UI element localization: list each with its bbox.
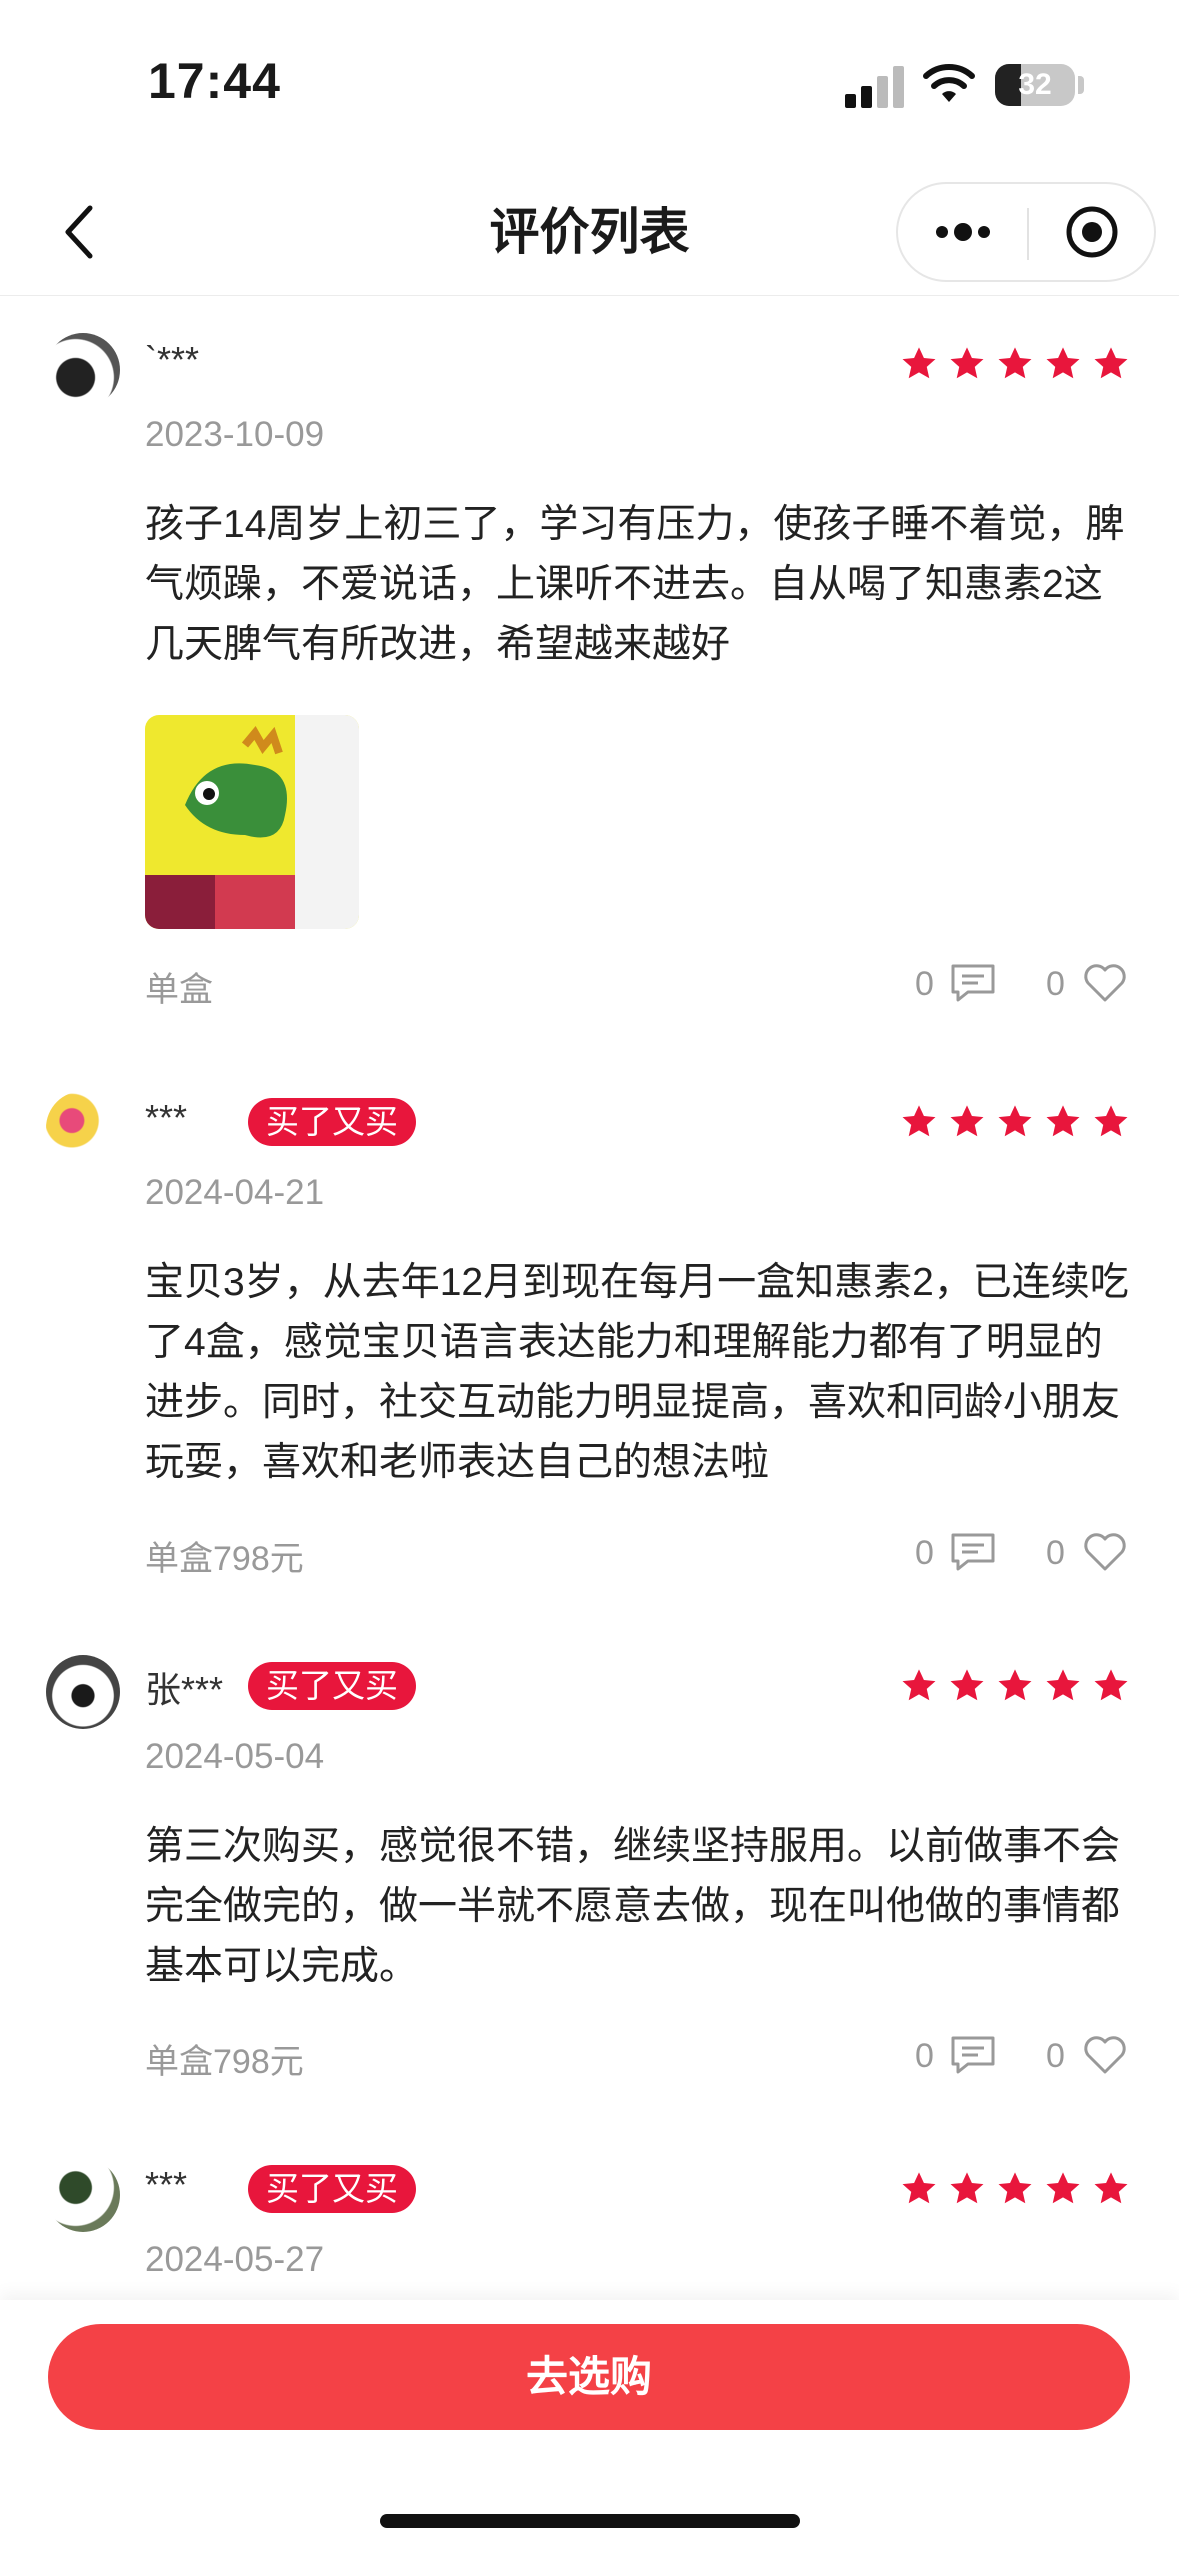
comment-icon[interactable] xyxy=(950,1532,996,1572)
review-text: 第三次购买，感觉很不错，继续坚持服用。以前做事不会完全做完的，做一半就不愿意去做… xyxy=(145,1825,1121,1988)
avatar[interactable] xyxy=(46,1091,120,1165)
avatar[interactable] xyxy=(46,2158,120,2232)
star-icon xyxy=(998,347,1032,379)
rebuy-badge: 买了又买 xyxy=(248,1098,416,1146)
review-date: 2024-05-27 xyxy=(145,2240,325,2279)
heart-icon[interactable] xyxy=(1083,963,1127,1003)
chevron-left-icon xyxy=(65,205,93,259)
star-icon xyxy=(902,1669,936,1701)
reviewer-name: `*** xyxy=(145,339,200,380)
review-text: 孩子14周岁上初三了，学习有压力，使孩子睡不着觉，脾气烦躁，不爱说话，上课听不进… xyxy=(145,503,1125,666)
miniprogram-capsule xyxy=(896,182,1156,282)
status-bar: 17:44 32 xyxy=(0,0,1179,160)
rebuy-badge: 买了又买 xyxy=(248,2165,416,2213)
reviewer-name: *** xyxy=(145,2164,188,2205)
star-icon xyxy=(998,1105,1032,1137)
star-icon xyxy=(998,1669,1032,1701)
star-icon xyxy=(1046,1105,1080,1137)
go-shop-button[interactable]: 去选购 xyxy=(48,2324,1130,2430)
spec-label: 单盒 xyxy=(145,971,213,1009)
battery-icon: 32 xyxy=(995,64,1075,106)
wifi-icon xyxy=(923,64,975,102)
like-count: 0 xyxy=(1046,965,1065,1003)
star-icon xyxy=(1046,347,1080,379)
rebuy-badge: 买了又买 xyxy=(248,1662,416,1710)
cellular-signal-icon xyxy=(845,64,905,108)
rating-stars xyxy=(900,2170,1130,2210)
reviewer-name: *** xyxy=(145,1097,188,1138)
more-dots-icon xyxy=(935,223,990,241)
star-icon xyxy=(950,1105,984,1137)
like-count: 0 xyxy=(1046,2037,1065,2075)
rating-stars xyxy=(900,1667,1130,1707)
star-icon xyxy=(1094,1669,1128,1701)
review-text: 宝贝3岁，从去年12月到现在每月一盒知惠素2，已连续吃了4盒，感觉宝贝语言表达能… xyxy=(145,1261,1129,1484)
target-close-icon xyxy=(1066,206,1117,258)
home-indicator[interactable] xyxy=(380,2514,800,2528)
status-time: 17:44 xyxy=(148,53,281,109)
heart-icon[interactable] xyxy=(1083,1532,1127,1572)
avatar[interactable] xyxy=(46,333,120,407)
review-date: 2024-05-04 xyxy=(145,1737,325,1776)
star-icon xyxy=(950,2172,984,2204)
star-icon xyxy=(1094,2172,1128,2204)
like-count: 0 xyxy=(1046,1534,1065,1572)
star-icon xyxy=(950,347,984,379)
review-date: 2024-04-21 xyxy=(145,1173,325,1212)
review-photo[interactable] xyxy=(145,715,359,929)
star-icon xyxy=(1094,1105,1128,1137)
nav-bar: 评价列表 xyxy=(0,170,1179,296)
star-icon xyxy=(1046,1669,1080,1701)
reviewer-name: 张*** xyxy=(145,1669,224,1710)
star-icon xyxy=(902,2172,936,2204)
back-button[interactable] xyxy=(40,192,120,272)
star-icon xyxy=(902,1105,936,1137)
rating-stars xyxy=(900,345,1130,385)
product-box-image xyxy=(145,715,359,929)
heart-icon[interactable] xyxy=(1083,2035,1127,2075)
review-date: 2023-10-09 xyxy=(145,415,325,454)
star-icon xyxy=(1046,2172,1080,2204)
close-miniprogram-button[interactable] xyxy=(1029,184,1154,280)
star-icon xyxy=(950,1669,984,1701)
avatar[interactable] xyxy=(46,1655,120,1729)
battery-level: 32 xyxy=(1018,68,1052,101)
more-button[interactable] xyxy=(898,184,1027,280)
comment-count: 0 xyxy=(915,1534,934,1572)
comment-count: 0 xyxy=(915,2037,934,2075)
star-icon xyxy=(1094,347,1128,379)
comment-icon[interactable] xyxy=(950,963,996,1003)
spec-label: 单盒798元 xyxy=(145,2043,304,2081)
comment-icon[interactable] xyxy=(950,2035,996,2075)
rating-stars xyxy=(900,1103,1130,1143)
spec-label: 单盒798元 xyxy=(145,1540,304,1578)
comment-count: 0 xyxy=(915,965,934,1003)
star-icon xyxy=(902,347,936,379)
star-icon xyxy=(998,2172,1032,2204)
battery-tip xyxy=(1078,76,1084,94)
